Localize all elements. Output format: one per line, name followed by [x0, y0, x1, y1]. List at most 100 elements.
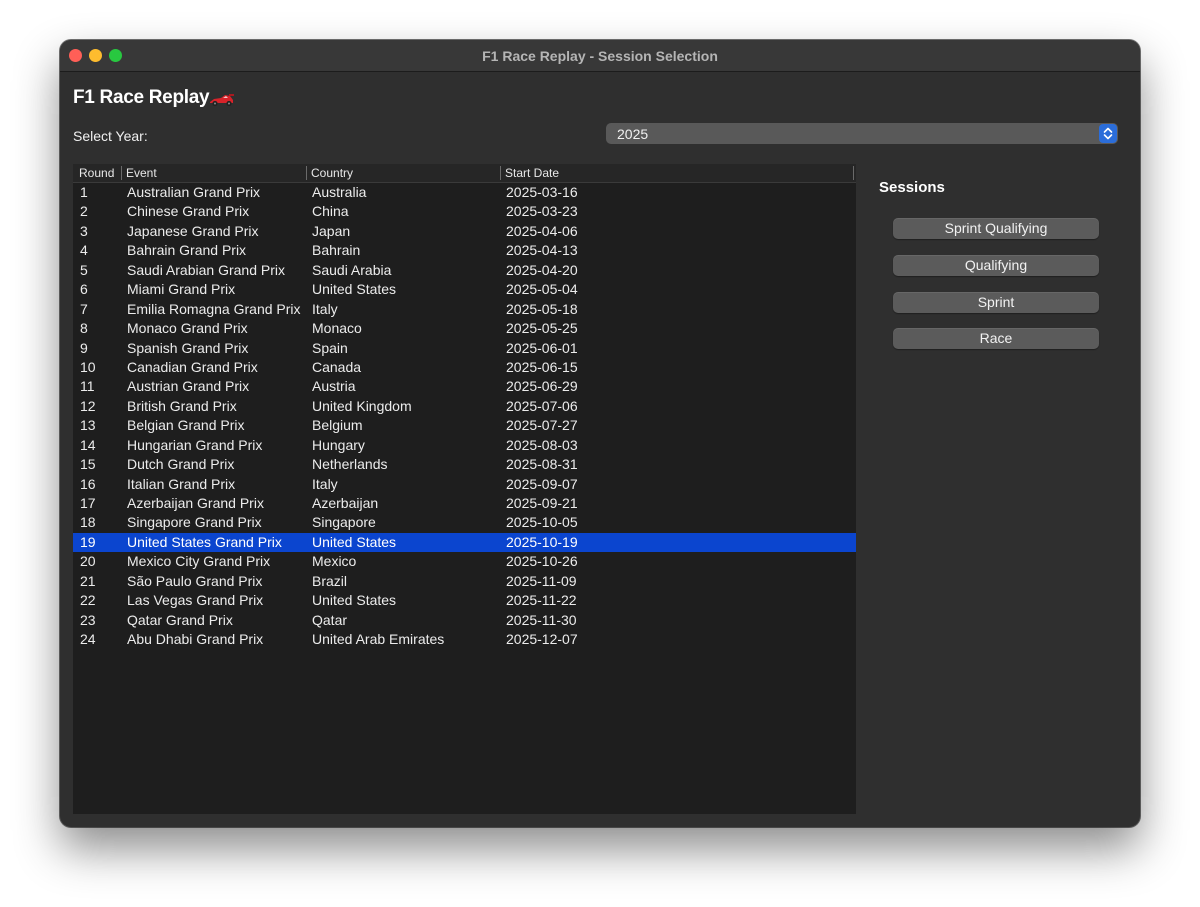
window-title: F1 Race Replay - Session Selection: [482, 48, 718, 64]
cell-start-date: 2025-10-26: [506, 553, 578, 570]
cell-round: 9: [80, 339, 88, 356]
sprint-qualifying-button[interactable]: Sprint Qualifying: [893, 218, 1099, 239]
table-row[interactable]: 15 Dutch Grand Prix Netherlands 2025-08-31: [73, 455, 856, 474]
race-button[interactable]: Race: [893, 328, 1099, 349]
cell-event: Canadian Grand Prix: [127, 358, 258, 375]
cell-start-date: 2025-08-03: [506, 436, 578, 453]
cell-round: 24: [80, 631, 96, 648]
table-row[interactable]: 5 Saudi Arabian Grand Prix Saudi Arabia 202…: [73, 261, 856, 280]
sprint-button[interactable]: Sprint: [893, 292, 1099, 313]
table-row[interactable]: 19 United States Grand Prix United States 2…: [73, 532, 856, 553]
table-row[interactable]: 2 Chinese Grand Prix China 2025-03-23: [73, 202, 856, 221]
cell-start-date: 2025-08-31: [506, 456, 578, 473]
cell-start-date: 2025-12-07: [506, 631, 578, 648]
table-row[interactable]: 20 Mexico City Grand Prix Mexico 2025-10-26: [73, 552, 856, 571]
table-row[interactable]: 14 Hungarian Grand Prix Hungary 2025-08-03: [73, 436, 856, 455]
cell-start-date: 2025-10-19: [506, 533, 578, 550]
cell-start-date: 2025-09-07: [506, 475, 578, 492]
year-selected-value: 2025: [617, 126, 649, 142]
cell-country: Netherlands: [312, 456, 388, 473]
cell-country: Saudi Arabia: [312, 261, 392, 278]
cell-start-date: 2025-11-30: [506, 611, 577, 628]
cell-event: Bahrain Grand Prix: [127, 242, 247, 259]
table-row[interactable]: 12 British Grand Prix United Kingdom 2025-0…: [73, 397, 856, 416]
table-row[interactable]: 13 Belgian Grand Prix Belgium 2025-07-27: [73, 416, 856, 435]
cell-country: Bahrain: [312, 242, 361, 259]
column-divider[interactable]: [121, 166, 122, 180]
cell-event: Miami Grand Prix: [127, 281, 236, 298]
cell-start-date: 2025-05-04: [506, 281, 578, 298]
app-title: F1 Race Replay: [73, 87, 210, 108]
column-header-start-date[interactable]: Start Date: [505, 166, 559, 180]
table-row[interactable]: 23 Qatar Grand Prix Qatar 2025-11-30: [73, 611, 856, 630]
title-bar[interactable]: F1 Race Replay - Session Selection: [60, 40, 1140, 72]
table-row[interactable]: 11 Austrian Grand Prix Austria 2025-06-29: [73, 377, 856, 396]
cell-country: Singapore: [312, 514, 376, 531]
cell-round: 8: [80, 320, 88, 337]
table-row[interactable]: 24 Abu Dhabi Grand Prix United Arab Emirat…: [73, 630, 856, 649]
chevron-updown-icon: [1099, 124, 1117, 143]
cell-event: Abu Dhabi Grand Prix: [127, 631, 264, 648]
cell-round: 5: [80, 261, 88, 278]
cell-country: Japan: [312, 222, 351, 239]
column-header-round[interactable]: Round: [79, 166, 114, 180]
table-row[interactable]: 21 São Paulo Grand Prix Brazil 2025-11-09: [73, 572, 856, 591]
column-header-event[interactable]: Event: [126, 166, 157, 180]
cell-start-date: 2025-03-16: [506, 184, 578, 200]
column-divider[interactable]: [500, 166, 501, 180]
table-row[interactable]: 9 Spanish Grand Prix Spain 2025-06-01: [73, 339, 856, 358]
cell-start-date: 2025-10-05: [506, 514, 578, 531]
cell-round: 12: [80, 397, 96, 414]
cell-start-date: 2025-06-29: [506, 378, 578, 395]
column-divider[interactable]: [853, 166, 854, 180]
cell-country: United States: [312, 533, 397, 550]
cell-event: Azerbaijan Grand Prix: [127, 495, 264, 511]
cell-event: Austrian Grand Prix: [127, 378, 250, 395]
table-row[interactable]: 7 Emilia Romagna Grand Prix Italy 2025-05-1…: [73, 300, 856, 319]
column-header-country[interactable]: Country: [311, 166, 353, 180]
cell-round: 17: [80, 495, 96, 511]
cell-event: Belgian Grand Prix: [127, 417, 245, 434]
cell-start-date: 2025-04-06: [506, 222, 578, 239]
table-row[interactable]: 1 Australian Grand Prix Australia 2025-03-1…: [73, 183, 856, 202]
table-row[interactable]: 6 Miami Grand Prix United States 2025-05-04: [73, 280, 856, 299]
cell-round: 16: [80, 475, 96, 492]
qualifying-button[interactable]: Qualifying: [893, 255, 1099, 276]
cell-event: Australian Grand Prix: [127, 184, 261, 200]
cell-start-date: 2025-06-15: [506, 358, 578, 375]
table-row[interactable]: 18 Singapore Grand Prix Singapore 2025-10-0…: [73, 513, 856, 532]
column-divider[interactable]: [306, 166, 307, 180]
events-table[interactable]: Round Event Country Start Date 1 Australi…: [73, 164, 856, 814]
cell-event: Spanish Grand Prix: [127, 339, 249, 356]
cell-round: 23: [80, 611, 96, 628]
table-row[interactable]: 4 Bahrain Grand Prix Bahrain 2025-04-13: [73, 241, 856, 260]
table-row[interactable]: 10 Canadian Grand Prix Canada 2025-06-15: [73, 358, 856, 377]
cell-start-date: 2025-04-13: [506, 242, 578, 259]
cell-event: Las Vegas Grand Prix: [127, 592, 264, 609]
table-row[interactable]: 8 Monaco Grand Prix Monaco 2025-05-25: [73, 319, 856, 338]
cell-start-date: 2025-07-27: [506, 417, 578, 434]
year-label: Select Year:: [73, 128, 148, 144]
cell-country: United States: [312, 281, 397, 298]
cell-start-date: 2025-04-20: [506, 261, 578, 278]
table-row[interactable]: 16 Italian Grand Prix Italy 2025-09-07: [73, 475, 856, 494]
table-row[interactable]: 22 Las Vegas Grand Prix United States 2025-…: [73, 591, 856, 610]
cell-event: Emilia Romagna Grand Prix: [127, 300, 301, 317]
year-select[interactable]: 2025: [606, 123, 1118, 144]
cell-event: Monaco Grand Prix: [127, 320, 248, 337]
table-row[interactable]: 17 Azerbaijan Grand Prix Azerbaijan 2025-09…: [73, 494, 856, 513]
cell-round: 4: [80, 242, 88, 259]
cell-start-date: 2025-11-09: [506, 572, 577, 589]
cell-country: China: [312, 203, 349, 220]
cell-start-date: 2025-11-22: [506, 592, 577, 609]
cell-round: 11: [80, 378, 95, 395]
table-row[interactable]: 3 Japanese Grand Prix Japan 2025-04-06: [73, 222, 856, 241]
cell-country: Canada: [312, 358, 362, 375]
cell-round: 21: [80, 572, 96, 589]
cell-country: United Kingdom: [312, 397, 412, 414]
cell-event: Singapore Grand Prix: [127, 514, 262, 531]
cell-event: Dutch Grand Prix: [127, 456, 235, 473]
cell-event: Chinese Grand Prix: [127, 203, 250, 220]
cell-round: 2: [80, 203, 88, 220]
cell-country: Belgium: [312, 417, 363, 434]
